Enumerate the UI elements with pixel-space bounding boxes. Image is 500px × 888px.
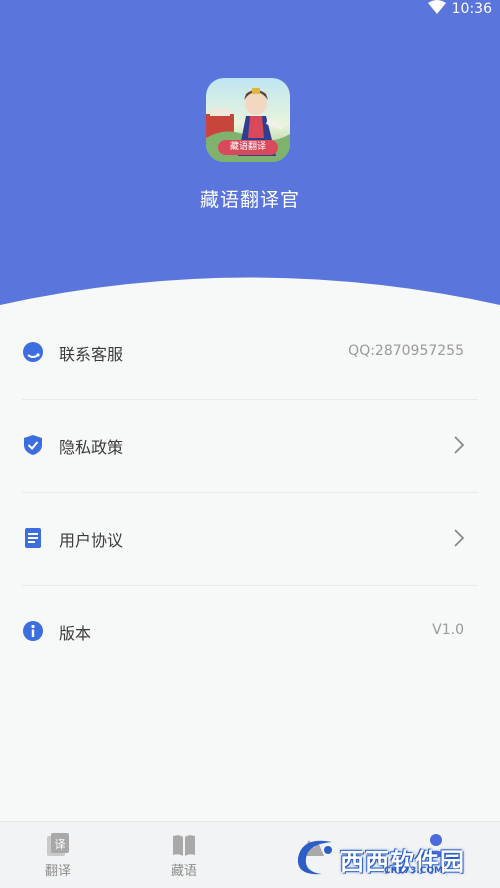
app-logo-badge: 藏语翻译 (218, 140, 278, 155)
menu-item-user-agreement[interactable]: 用户协议 (22, 493, 478, 586)
translate-icon: 译 (47, 833, 69, 856)
watermark-logo: 西西软件园 CR173.COM (292, 836, 482, 880)
bottom-tab-bar: 译 翻译 藏语 西西软件园 CR173.COM (0, 821, 500, 888)
chevron-right-icon (454, 436, 464, 454)
menu-item-contact-support[interactable]: 联系客服 QQ:2870957255 (22, 307, 478, 400)
app-title: 藏语翻译官 (199, 189, 300, 211)
tab-tibetan[interactable]: 藏语 (144, 832, 224, 879)
tab-label: 藏语 (170, 864, 197, 879)
menu-item-privacy-policy[interactable]: 隐私政策 (22, 400, 478, 493)
info-icon (23, 621, 43, 641)
headset-icon (23, 342, 43, 362)
settings-menu: 联系客服 QQ:2870957255 隐私政策 用户协议 版本 V1.0 (22, 307, 478, 678)
document-icon (25, 528, 41, 548)
tab-translate[interactable]: 译 翻译 (18, 832, 98, 879)
menu-item-label: 用户协议 (59, 531, 124, 550)
menu-item-label: 联系客服 (59, 345, 124, 364)
menu-item-label: 版本 (59, 624, 92, 643)
svg-text:译: 译 (55, 838, 66, 851)
shield-check-icon (24, 435, 42, 455)
status-time: 10:36 (451, 1, 492, 17)
menu-item-version[interactable]: 版本 V1.0 (22, 586, 478, 678)
wifi-icon (428, 0, 446, 14)
menu-item-label: 隐私政策 (59, 438, 124, 457)
book-icon (173, 835, 195, 856)
watermark-url: CR173.COM (384, 866, 443, 876)
menu-item-value: V1.0 (432, 622, 464, 638)
chevron-right-icon (454, 529, 464, 547)
tab-label: 翻译 (44, 864, 71, 879)
menu-item-value: QQ:2870957255 (348, 343, 464, 359)
status-bar: 10:36 (0, 0, 500, 22)
watermark-swoosh-icon (297, 840, 332, 875)
app-logo: 藏语翻译 (206, 78, 290, 162)
